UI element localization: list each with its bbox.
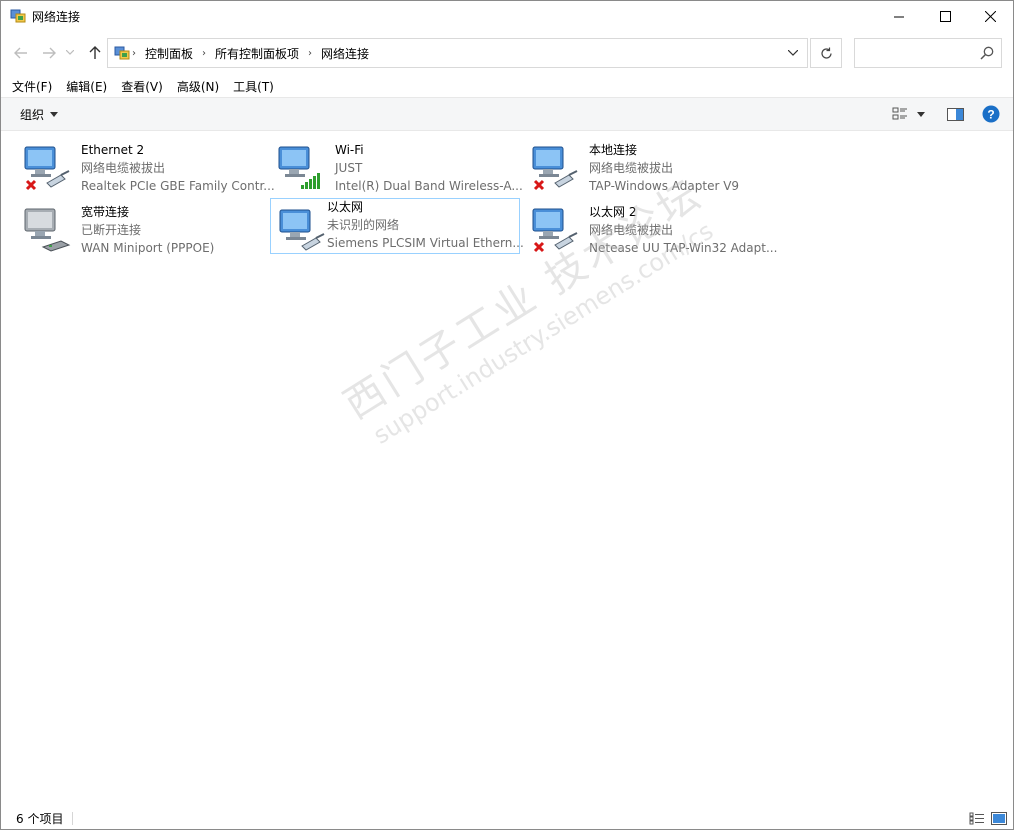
search-box[interactable] <box>854 38 1002 68</box>
connection-ethernet-2[interactable]: Ethernet 2 网络电缆被拔出 Realtek PCIe GBE Fami… <box>9 135 275 193</box>
svg-text:?: ? <box>987 108 994 122</box>
refresh-button[interactable] <box>810 38 842 68</box>
help-icon: ? <box>982 105 1000 123</box>
connection-name: 本地连接 <box>589 143 638 157</box>
title-bar: 网络连接 <box>1 1 1013 32</box>
item-count: 6 个项目 <box>16 812 64 826</box>
command-bar: 组织 ? <box>1 97 1013 131</box>
connection-status: 已断开连接 <box>81 223 142 237</box>
connection-name: Wi-Fi <box>335 143 364 157</box>
control-panel-icon <box>114 46 130 60</box>
chevron-down-icon <box>50 111 59 117</box>
chevron-down-icon <box>917 111 925 117</box>
search-icon <box>980 46 994 60</box>
help-button[interactable]: ? <box>980 105 1002 123</box>
broadband-connection-icon <box>24 208 71 252</box>
close-icon <box>984 11 996 22</box>
maximize-icon <box>939 11 951 22</box>
disconnected-ethernet-icon <box>532 208 578 253</box>
menu-bar: 文件(F) 编辑(E) 查看(V) 高级(N) 工具(T) <box>1 75 1013 97</box>
preview-pane-button[interactable] <box>944 105 966 123</box>
search-input[interactable] <box>859 41 973 67</box>
arrow-right-icon <box>43 47 56 59</box>
menu-file[interactable]: 文件(F) <box>5 78 59 95</box>
menu-edit[interactable]: 编辑(E) <box>59 78 114 95</box>
up-button[interactable] <box>85 43 105 63</box>
connection-status: 网络电缆被拔出 <box>589 223 674 237</box>
connection-ethernet-2b[interactable]: 以太网 2 网络电缆被拔出 Netease UU TAP-Win32 Adapt… <box>517 197 777 255</box>
connection-status: 网络电缆被拔出 <box>589 161 674 175</box>
organize-button[interactable]: 组织 <box>13 98 65 130</box>
chevron-right-icon[interactable]: › <box>306 48 314 59</box>
connection-name: 以太网 <box>327 200 364 214</box>
maximize-button[interactable] <box>922 1 968 32</box>
connection-device: WAN Miniport (PPPOE) <box>81 241 215 255</box>
breadcrumb-network-connections[interactable]: 网络连接 <box>314 45 376 62</box>
connection-name: Ethernet 2 <box>81 143 145 157</box>
preview-pane-icon <box>946 107 964 121</box>
navigation-row: › 控制面板 › 所有控制面板项 › 网络连接 <box>1 37 1013 69</box>
close-button[interactable] <box>967 1 1013 32</box>
window-title: 网络连接 <box>32 10 81 24</box>
view-options-icon <box>892 107 907 120</box>
details-view-icon <box>969 812 984 824</box>
forward-button[interactable] <box>39 43 59 63</box>
organize-label: 组织 <box>20 107 45 122</box>
breadcrumb-control-panel[interactable]: 控制面板 <box>138 45 200 62</box>
minimize-icon <box>894 16 904 17</box>
connection-broadband[interactable]: 宽带连接 已断开连接 WAN Miniport (PPPOE) <box>9 197 259 255</box>
back-button[interactable] <box>11 43 31 63</box>
chevron-right-icon[interactable]: › <box>130 48 138 59</box>
connection-device: Realtek PCIe GBE Family Contr... <box>81 179 275 193</box>
disconnected-ethernet-icon <box>532 146 578 191</box>
connection-device: TAP-Windows Adapter V9 <box>589 179 740 193</box>
connection-status: 网络电缆被拔出 <box>81 161 166 175</box>
view-dropdown-button[interactable] <box>913 105 929 123</box>
ethernet-connection-icon <box>279 209 325 251</box>
connection-ethernet[interactable]: 以太网 未识别的网络 Siemens PLCSIM Virtual Ethern… <box>270 198 524 254</box>
connection-device: Netease UU TAP-Win32 Adapt... <box>589 241 778 255</box>
status-bar: 6 个项目 <box>1 807 1013 829</box>
connection-name: 宽带连接 <box>81 205 130 219</box>
breadcrumb-all-items[interactable]: 所有控制面板项 <box>208 45 306 62</box>
refresh-icon <box>820 47 832 59</box>
status-divider <box>72 812 73 825</box>
explorer-window: 网络连接 › 控制面板 › 所有控制面板项 › 网络连接 文件(F) 编辑(E)… <box>0 0 1014 830</box>
tiles-view-icon <box>991 811 1007 825</box>
connection-status: 未识别的网络 <box>327 218 400 232</box>
connection-wifi[interactable]: Wi-Fi JUST Intel(R) Dual Band Wireless-A… <box>263 135 523 193</box>
arrow-left-icon <box>14 47 27 59</box>
connection-name: 以太网 2 <box>589 205 637 219</box>
connection-device: Intel(R) Dual Band Wireless-A... <box>335 179 523 193</box>
address-history-dropdown[interactable] <box>779 39 807 67</box>
connection-device: Siemens PLCSIM Virtual Ethern... <box>327 236 524 250</box>
details-view-button[interactable] <box>968 810 986 826</box>
arrow-up-icon <box>89 46 101 59</box>
chevron-down-icon <box>788 50 798 56</box>
menu-tools[interactable]: 工具(T) <box>226 78 281 95</box>
large-icons-view-button[interactable] <box>990 810 1008 826</box>
chevron-down-icon <box>66 50 74 55</box>
connection-local[interactable]: 本地连接 网络电缆被拔出 TAP-Windows Adapter V9 <box>517 135 767 193</box>
connection-status: JUST <box>335 161 363 175</box>
menu-view[interactable]: 查看(V) <box>114 78 170 95</box>
change-view-button[interactable] <box>889 105 911 123</box>
network-connections-app-icon <box>10 9 26 23</box>
disconnected-ethernet-icon <box>24 146 70 191</box>
menu-advanced[interactable]: 高级(N) <box>170 78 226 95</box>
chevron-right-icon[interactable]: › <box>200 48 208 59</box>
address-bar[interactable]: › 控制面板 › 所有控制面板项 › 网络连接 <box>107 38 808 68</box>
connections-list: Ethernet 2 网络电缆被拔出 Realtek PCIe GBE Fami… <box>1 131 1013 807</box>
recent-locations-button[interactable] <box>63 43 77 63</box>
wifi-connection-icon <box>278 146 320 189</box>
minimize-button[interactable] <box>876 1 922 32</box>
